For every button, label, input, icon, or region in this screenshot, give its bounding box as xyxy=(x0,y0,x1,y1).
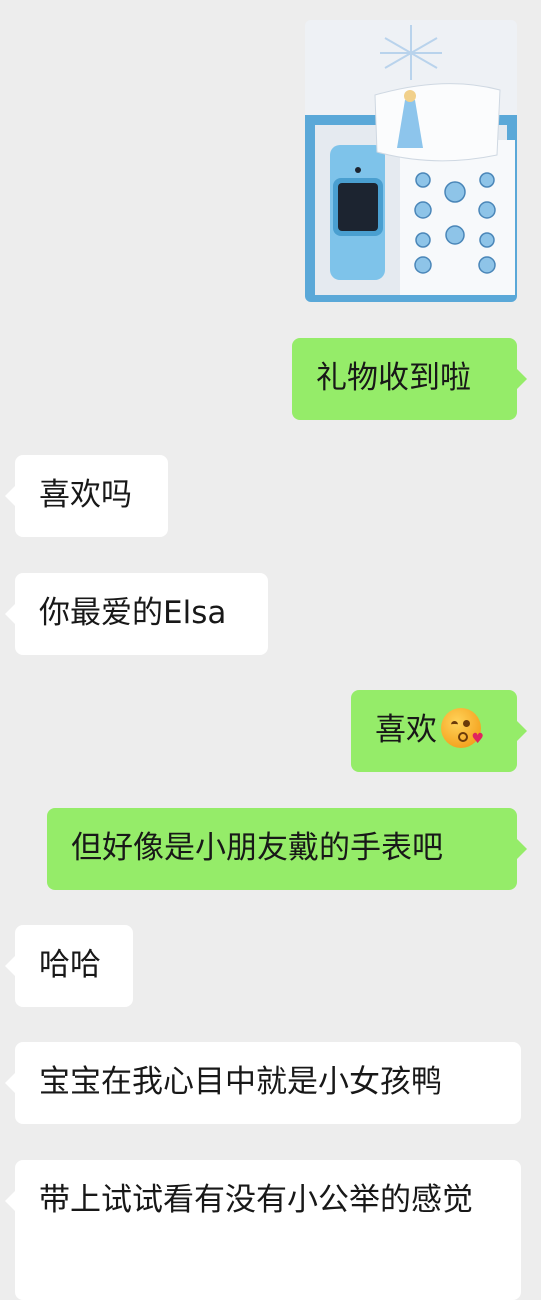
message-text: 但好像是小朋友戴的手表吧 xyxy=(71,830,443,866)
bubble-tail xyxy=(5,604,15,624)
message-bubble-sent[interactable]: 礼物收到啦 xyxy=(292,338,517,420)
message-text: 你最爱的Elsa xyxy=(39,595,227,631)
message-bubble-received[interactable]: 哈哈 xyxy=(15,925,133,1007)
message-text: 礼物收到啦 xyxy=(316,360,471,396)
message-bubble-received[interactable]: 宝宝在我心目中就是小女孩鸭 xyxy=(15,1042,521,1124)
message-bubble-received[interactable]: 带上试试看有没有小公举的感觉 xyxy=(15,1160,521,1300)
message-text: 哈哈 xyxy=(39,947,101,983)
message-bubble-sent[interactable]: 喜欢 ♥ xyxy=(351,690,517,772)
bubble-tail xyxy=(517,721,527,741)
bubble-tail xyxy=(517,839,527,859)
bubble-tail xyxy=(5,1191,15,1211)
message-bubble-sent[interactable]: 但好像是小朋友戴的手表吧 xyxy=(47,808,517,890)
message-text: 宝宝在我心目中就是小女孩鸭 xyxy=(39,1064,442,1100)
bubble-tail xyxy=(5,956,15,976)
message-text: 喜欢 xyxy=(375,712,437,748)
kissing-face-emoji-icon: ♥ xyxy=(441,708,484,748)
bubble-tail xyxy=(517,369,527,389)
photo-message-watch-gift-box[interactable] xyxy=(305,20,517,302)
message-text: 带上试试看有没有小公举的感觉 xyxy=(39,1182,473,1218)
message-text: 喜欢吗 xyxy=(39,477,132,513)
message-bubble-received[interactable]: 喜欢吗 xyxy=(15,455,168,537)
bubble-tail xyxy=(5,1073,15,1093)
bubble-tail xyxy=(5,486,15,506)
gift-box-photo xyxy=(305,20,517,302)
message-bubble-received[interactable]: 你最爱的Elsa xyxy=(15,573,268,655)
